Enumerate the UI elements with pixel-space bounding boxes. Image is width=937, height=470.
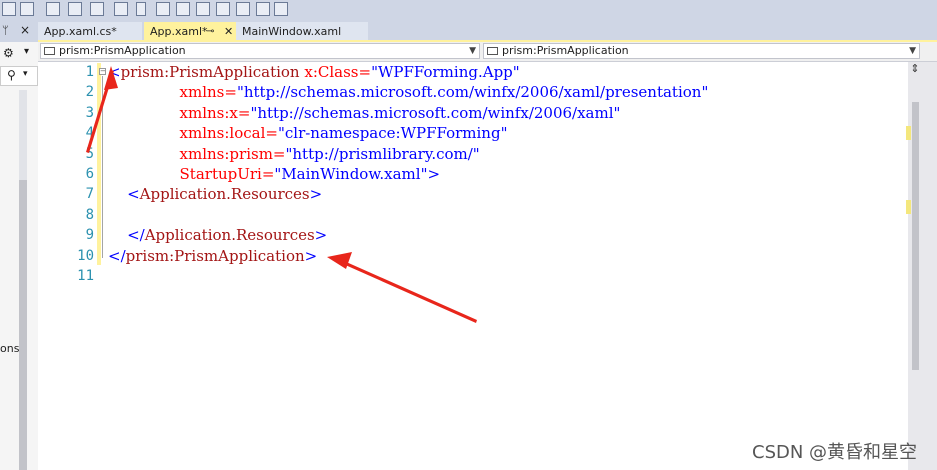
- line-number: 2: [85, 84, 94, 101]
- xml-element-name: Application.Resources: [144, 226, 315, 245]
- xml-bracket: <: [127, 185, 140, 204]
- dropdown-icon[interactable]: ▾: [24, 46, 29, 57]
- panel-scroll-thumb[interactable]: [19, 180, 27, 470]
- close-icon[interactable]: ✕: [224, 22, 233, 41]
- tab-label: App.xaml.cs*: [44, 25, 117, 38]
- combo-dropdown-icon[interactable]: ▼: [909, 44, 916, 58]
- xml-attribute: x:Class=: [299, 63, 372, 81]
- member-combo[interactable]: prism:PrismApplication ▼: [483, 43, 920, 59]
- solution-explorer-panel: ᛘ × ⚙ ▾ ⚲ ▾ ons: [0, 20, 39, 470]
- tab-app-xaml-cs[interactable]: App.xaml.cs*: [38, 22, 142, 41]
- outline-guide: [102, 76, 103, 258]
- change-indicator-bar: [97, 63, 101, 265]
- class-icon: [44, 47, 55, 55]
- settings-icon[interactable]: ⚙: [3, 46, 14, 60]
- line-number: 8: [85, 206, 94, 223]
- toolbar-button-icon[interactable]: [114, 2, 128, 16]
- xml-attribute: xmlns:prism=: [179, 144, 286, 163]
- editor-scroll-thumb[interactable]: [912, 102, 919, 370]
- xml-element-name: prism:PrismApplication: [125, 246, 305, 265]
- line-number: 6: [85, 166, 94, 182]
- xml-value: "http://prismlibrary.com/": [285, 144, 480, 163]
- panel-search[interactable]: ⚲ ▾: [0, 66, 38, 86]
- line-number: 7: [85, 186, 94, 203]
- search-icon[interactable]: ⚲: [7, 68, 16, 82]
- toolbar-button-icon[interactable]: [236, 2, 250, 16]
- panel-toolbar: ⚙ ▾: [0, 44, 38, 64]
- toolbar-button-icon[interactable]: [176, 2, 190, 16]
- watermark: CSDN @黄昏和星空: [752, 442, 918, 463]
- combo-dropdown-icon[interactable]: ▼: [469, 44, 476, 58]
- toolbar-button-icon[interactable]: [20, 2, 34, 16]
- code-line[interactable]: xmlns:x="http://schemas.microsoft.com/wi…: [108, 103, 621, 123]
- xml-attribute: StartupUri=: [179, 165, 275, 183]
- line-number: 11: [77, 268, 94, 284]
- navigation-bar: prism:PrismApplication ▼ prism:PrismAppl…: [38, 42, 937, 62]
- tab-label: App.xaml*: [150, 25, 208, 38]
- line-number: 1: [85, 64, 94, 80]
- collapse-outline-icon[interactable]: −: [99, 68, 106, 75]
- document-tabs: App.xaml.cs* App.xaml* ⊸ ✕ MainWindow.xa…: [38, 20, 937, 42]
- xml-attribute: xmlns:x=: [179, 103, 251, 122]
- toolbar-button-icon[interactable]: [46, 2, 60, 16]
- xml-attribute: xmlns:local=: [179, 124, 278, 143]
- xml-value: "http://schemas.microsoft.com/winfx/2006…: [250, 103, 621, 122]
- xml-element-name: prism:PrismApplication: [120, 63, 300, 81]
- line-number: 10: [77, 247, 94, 264]
- close-icon[interactable]: ×: [20, 23, 30, 37]
- line-number: 4: [85, 125, 94, 142]
- search-dropdown-icon[interactable]: ▾: [23, 69, 28, 79]
- code-line[interactable]: xmlns="http://schemas.microsoft.com/winf…: [108, 82, 709, 102]
- scroll-change-marker: [906, 200, 911, 214]
- code-line[interactable]: xmlns:prism="http://prismlibrary.com/": [108, 144, 480, 164]
- member-combo-value: prism:PrismApplication: [502, 44, 629, 57]
- xml-attribute: xmlns=: [179, 83, 237, 102]
- toolbar: [0, 0, 937, 21]
- code-line[interactable]: StartupUri="MainWindow.xaml">: [108, 164, 441, 184]
- xml-bracket: >: [314, 226, 328, 245]
- panel-partial-text: ons: [0, 342, 20, 355]
- toolbar-button-icon[interactable]: [90, 2, 104, 16]
- type-combo[interactable]: prism:PrismApplication ▼: [40, 43, 480, 59]
- code-line[interactable]: </prism:PrismApplication>: [108, 246, 317, 266]
- xml-bracket: >: [309, 185, 323, 204]
- toolbar-button-icon[interactable]: [216, 2, 230, 16]
- pin-icon[interactable]: ᛘ: [2, 24, 9, 37]
- toolbar-button-icon[interactable]: [274, 2, 288, 16]
- line-number: 5: [85, 145, 94, 162]
- toolbar-button-icon[interactable]: [196, 2, 210, 16]
- xml-bracket: </: [127, 226, 145, 245]
- xml-element-name: Application.Resources: [139, 185, 310, 204]
- xml-bracket: >: [427, 165, 441, 183]
- class-icon: [487, 47, 498, 55]
- code-line[interactable]: </Application.Resources>: [108, 225, 327, 245]
- tab-mainwindow-xaml[interactable]: MainWindow.xaml: [236, 22, 368, 41]
- xml-value: "MainWindow.xaml": [274, 165, 428, 183]
- code-line[interactable]: <prism:PrismApplication x:Class="WPFForm…: [108, 62, 520, 82]
- xml-value: "WPFForming.App": [371, 63, 520, 81]
- panel-header: ᛘ ×: [0, 20, 38, 42]
- bookmark-icon[interactable]: [136, 2, 146, 16]
- toolbar-button-icon[interactable]: [2, 2, 16, 16]
- toolbar-button-icon[interactable]: [256, 2, 270, 16]
- xml-bracket: >: [304, 246, 318, 265]
- type-combo-value: prism:PrismApplication: [59, 44, 186, 57]
- line-number: 9: [85, 227, 94, 244]
- xml-value: "clr-namespace:WPFForming": [277, 124, 508, 143]
- xml-value: "http://schemas.microsoft.com/winfx/2006…: [236, 83, 709, 102]
- tab-label: MainWindow.xaml: [242, 25, 342, 38]
- line-number: 3: [85, 104, 94, 121]
- toolbar-button-icon[interactable]: [156, 2, 170, 16]
- xml-bracket: </: [108, 246, 126, 265]
- toolbar-button-icon[interactable]: [68, 2, 82, 16]
- split-editor-icon[interactable]: ⇕: [909, 62, 921, 76]
- xml-bracket: <: [108, 63, 121, 81]
- code-line[interactable]: xmlns:local="clr-namespace:WPFForming": [108, 123, 508, 143]
- code-line[interactable]: <Application.Resources>: [108, 184, 322, 204]
- pin-icon[interactable]: ⊸: [206, 22, 214, 41]
- scroll-change-marker: [906, 126, 911, 140]
- tab-app-xaml[interactable]: App.xaml* ⊸ ✕: [144, 22, 240, 41]
